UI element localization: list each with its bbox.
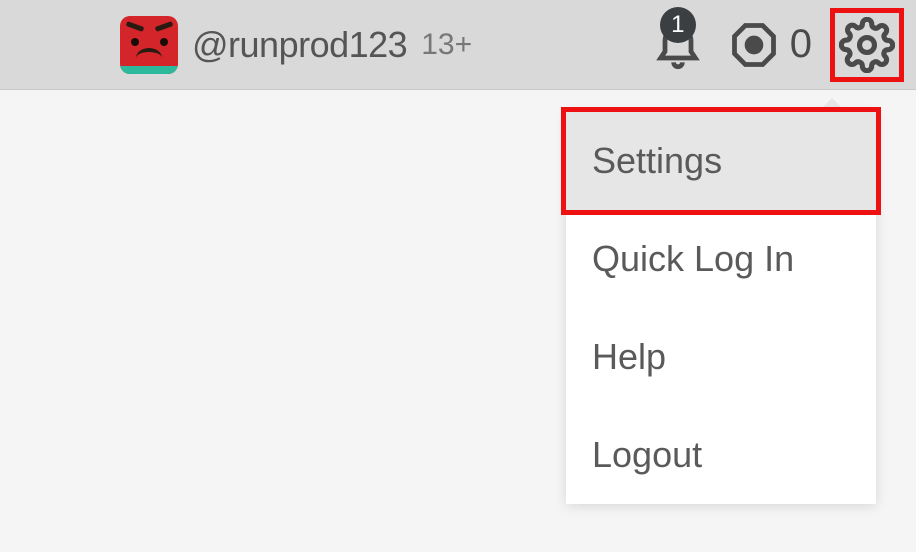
menu-item-logout[interactable]: Logout — [566, 406, 876, 504]
menu-item-quick-log-in[interactable]: Quick Log In — [566, 210, 876, 308]
robux-button[interactable]: 0 — [728, 19, 812, 71]
robux-count: 0 — [790, 22, 812, 67]
menu-item-settings[interactable]: Settings — [566, 112, 876, 210]
top-navigation-bar: @runprod123 13+ 1 0 — [0, 0, 916, 90]
gear-icon — [839, 17, 895, 73]
robux-icon — [728, 19, 780, 71]
username-label[interactable]: @runprod123 — [192, 24, 407, 66]
menu-item-settings-highlight: Settings — [561, 107, 881, 215]
settings-dropdown-menu: Settings Quick Log In Help Logout — [566, 112, 876, 504]
notifications-button[interactable]: 1 — [646, 13, 710, 77]
notification-badge: 1 — [660, 7, 696, 43]
age-rating-label: 13+ — [421, 28, 472, 62]
menu-item-help[interactable]: Help — [566, 308, 876, 406]
avatar[interactable] — [120, 16, 178, 74]
settings-gear-button[interactable] — [830, 8, 904, 82]
